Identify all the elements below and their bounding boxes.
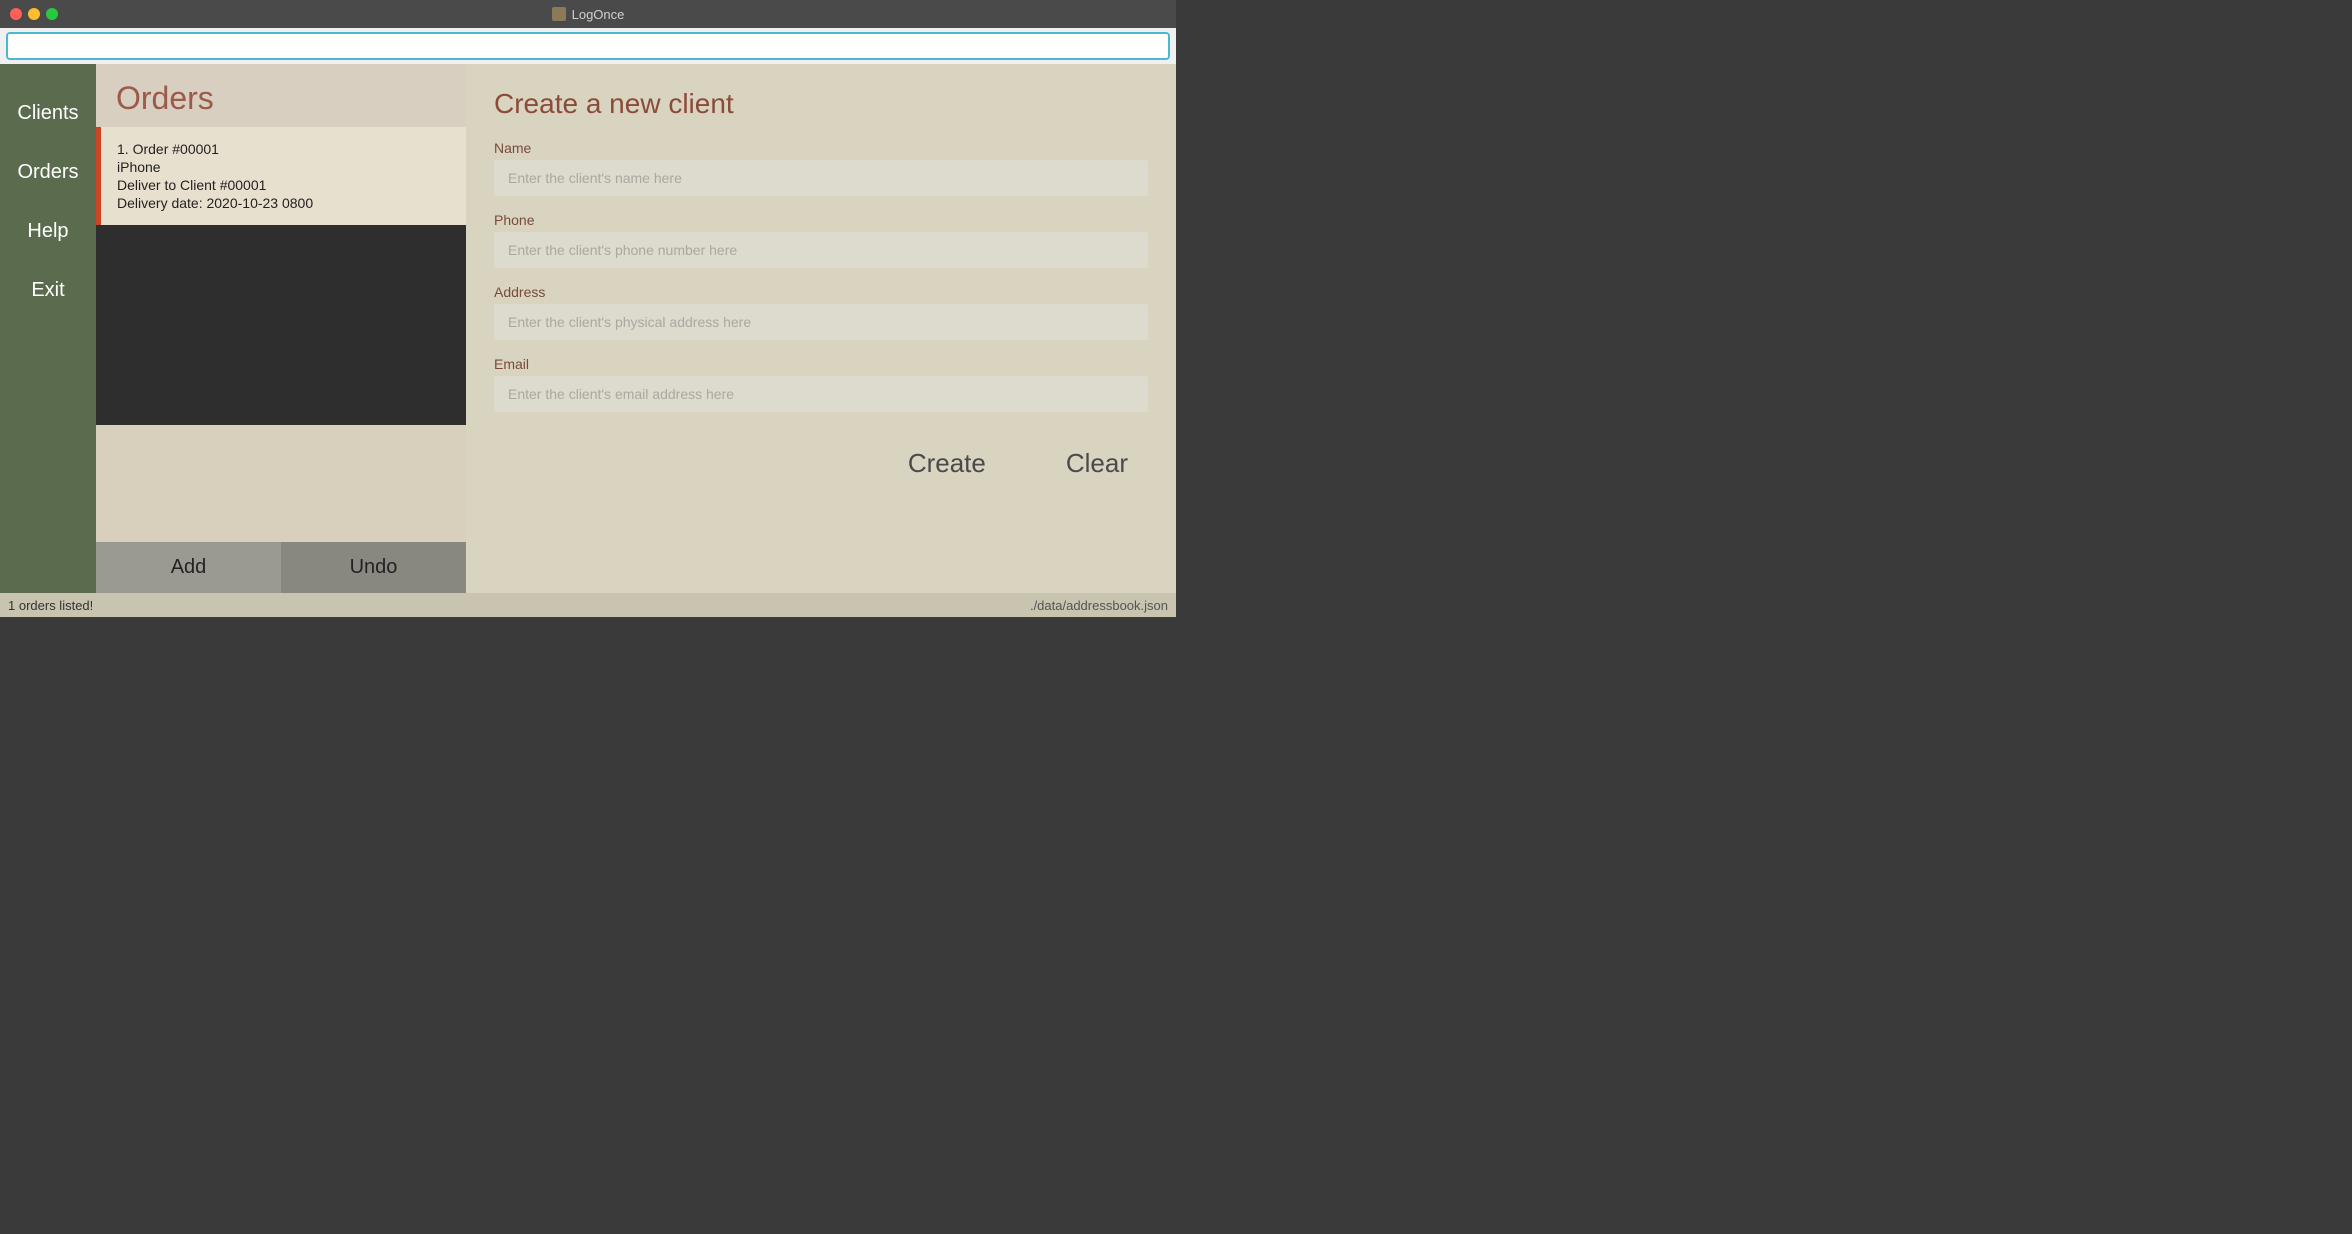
order-item[interactable]: 1. Order #00001 iPhone Deliver to Client…	[96, 127, 466, 225]
status-bar: 1 orders listed! ./data/addressbook.json	[0, 593, 1176, 617]
name-label: Name	[494, 140, 1148, 156]
title-bar: LogOnce	[0, 0, 1176, 28]
orders-footer: Add Undo	[96, 542, 466, 593]
order-product: iPhone	[117, 159, 450, 175]
sidebar-item-help[interactable]: Help	[0, 202, 96, 261]
orders-panel: Orders 1. Order #00001 iPhone Deliver to…	[96, 64, 466, 593]
sidebar-item-orders[interactable]: Orders	[0, 143, 96, 202]
orders-header: Orders	[96, 64, 466, 127]
main-layout: Clients Orders Help Exit Orders 1. Order…	[0, 64, 1176, 593]
phone-input[interactable]	[494, 232, 1148, 268]
search-input[interactable]	[6, 32, 1170, 60]
phone-label: Phone	[494, 212, 1148, 228]
order-client: Deliver to Client #00001	[117, 177, 450, 193]
name-input[interactable]	[494, 160, 1148, 196]
clear-button[interactable]: Clear	[1066, 448, 1128, 479]
form-actions: Create Clear	[494, 448, 1148, 479]
status-left: 1 orders listed!	[8, 598, 93, 613]
email-input[interactable]	[494, 376, 1148, 412]
orders-list: 1. Order #00001 iPhone Deliver to Client…	[96, 127, 466, 542]
window-controls[interactable]	[10, 8, 58, 20]
search-bar-container	[0, 28, 1176, 64]
email-label: Email	[494, 356, 1148, 372]
order-number: 1. Order #00001	[117, 141, 450, 157]
name-form-group: Name	[494, 140, 1148, 196]
orders-title: Orders	[116, 80, 446, 117]
app-title: LogOnce	[552, 7, 625, 22]
right-panel: Create a new client Name Phone Address E…	[466, 64, 1176, 593]
address-form-group: Address	[494, 284, 1148, 340]
status-right: ./data/addressbook.json	[1030, 598, 1168, 613]
app-icon	[552, 7, 566, 21]
close-button[interactable]	[10, 8, 22, 20]
maximize-button[interactable]	[46, 8, 58, 20]
email-form-group: Email	[494, 356, 1148, 412]
orders-dark-area	[96, 225, 466, 425]
undo-button[interactable]: Undo	[281, 542, 466, 593]
order-date: Delivery date: 2020-10-23 0800	[117, 195, 450, 211]
phone-form-group: Phone	[494, 212, 1148, 268]
address-label: Address	[494, 284, 1148, 300]
sidebar: Clients Orders Help Exit	[0, 64, 96, 593]
sidebar-item-exit[interactable]: Exit	[0, 261, 96, 320]
create-client-title: Create a new client	[494, 88, 1148, 120]
minimize-button[interactable]	[28, 8, 40, 20]
create-button[interactable]: Create	[908, 448, 986, 479]
add-order-button[interactable]: Add	[96, 542, 281, 593]
sidebar-item-clients[interactable]: Clients	[0, 84, 96, 143]
address-input[interactable]	[494, 304, 1148, 340]
